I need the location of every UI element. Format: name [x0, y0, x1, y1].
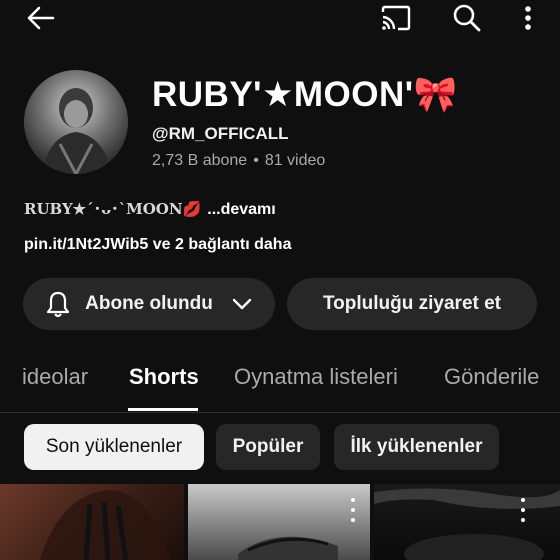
search-icon [453, 4, 481, 32]
thumbnail-image [374, 488, 560, 560]
channel-stats: 2,73 B abone • 81 video [152, 152, 325, 170]
tab-playlists[interactable]: Oynatma listeleri [234, 364, 398, 390]
bell-icon [45, 290, 71, 318]
tab-posts[interactable]: Gönderile [444, 364, 539, 390]
top-app-bar [0, 0, 560, 40]
search-button[interactable] [448, 2, 486, 34]
chip-latest[interactable]: Son yüklenenler [24, 424, 204, 470]
short-thumbnail[interactable] [0, 484, 184, 560]
short-thumbnail[interactable] [374, 484, 560, 560]
more-options-button[interactable] [514, 2, 542, 34]
short-more-button[interactable] [349, 498, 357, 522]
tab-videos[interactable]: ideolar [22, 364, 88, 390]
cast-button[interactable] [376, 2, 416, 34]
visit-community-button[interactable]: Topluluğu ziyaret et [287, 278, 537, 330]
channel-avatar[interactable] [24, 70, 128, 174]
cast-icon [381, 5, 411, 31]
back-button[interactable] [22, 2, 60, 34]
short-more-button[interactable] [519, 498, 527, 522]
subscribed-label: Abone olundu [85, 293, 213, 314]
thumbnail-image [40, 490, 170, 560]
chip-popular[interactable]: Popüler [216, 424, 320, 470]
stats-separator: • [253, 152, 259, 169]
video-count: 81 video [264, 152, 326, 169]
description-more-link[interactable]: ...devamı [207, 201, 275, 218]
thumbnail-image [238, 536, 338, 560]
short-thumbnail[interactable] [188, 484, 370, 560]
more-vert-icon [525, 6, 531, 30]
channel-description[interactable]: RUBY★´･ᴗ･`MOON💋 ...devamı [24, 198, 276, 219]
description-text: RUBY★´･ᴗ･`MOON💋 [24, 200, 202, 218]
subscribed-button[interactable]: Abone olundu [23, 278, 275, 330]
chevron-down-icon [231, 297, 253, 311]
chip-oldest[interactable]: İlk yüklenenler [334, 424, 499, 470]
channel-tabs: ideolar Shorts Oynatma listeleri Gönderi… [0, 356, 560, 413]
avatar-image [24, 70, 128, 174]
tab-shorts[interactable]: Shorts [129, 364, 199, 390]
active-tab-indicator [128, 408, 198, 411]
subscriber-count: 2,73 B abone [152, 152, 248, 169]
channel-handle: @RM_OFFICALL [152, 124, 289, 143]
back-arrow-icon [27, 6, 55, 30]
channel-links[interactable]: pin.it/1Nt2JWib5 ve 2 bağlantı daha [24, 236, 291, 254]
channel-title: RUBY'★MOON'🎀 [152, 75, 458, 114]
